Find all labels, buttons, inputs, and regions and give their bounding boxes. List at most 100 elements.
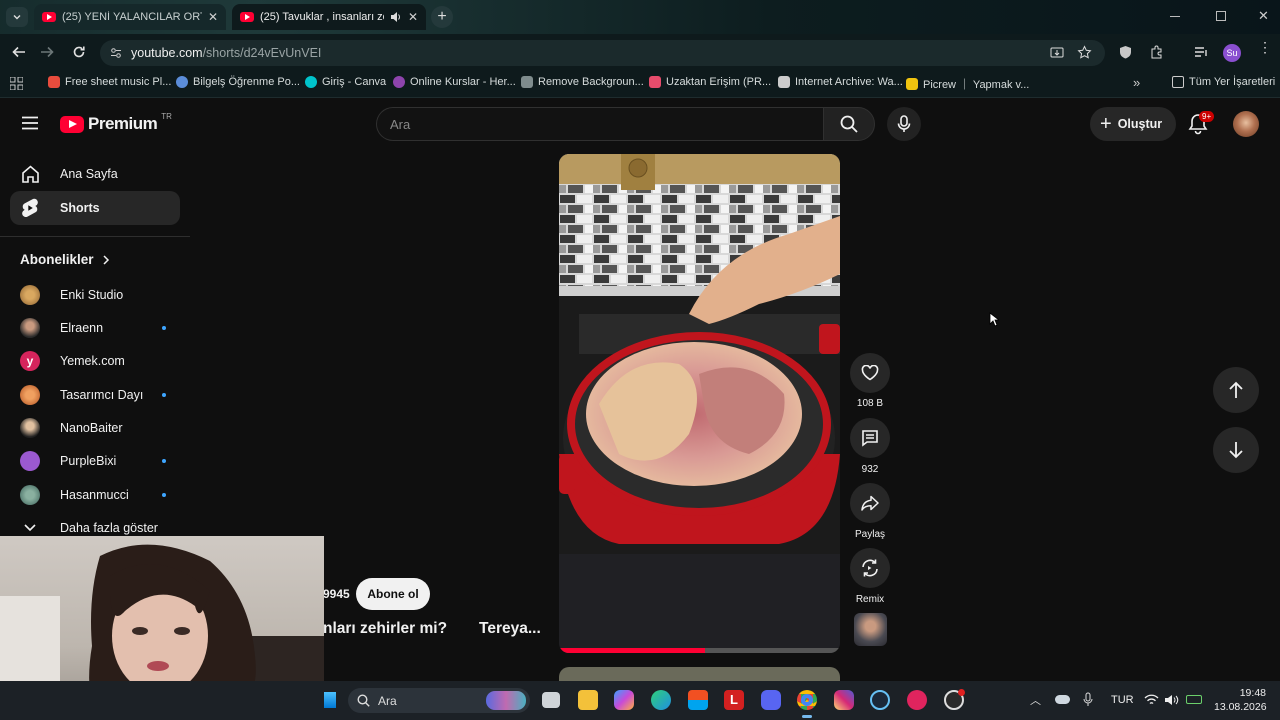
search-input[interactable]: Ara [376, 107, 823, 141]
tray-microphone-icon[interactable] [1083, 692, 1093, 707]
bookmark-item[interactable]: Uzaktan Erişim (PR... [649, 76, 771, 88]
music-player-icon[interactable] [907, 690, 927, 710]
create-button[interactable]: + Oluştur [1090, 107, 1176, 141]
search-highlight-icon [486, 691, 526, 710]
install-app-icon[interactable] [1050, 46, 1064, 60]
steam-icon[interactable] [870, 690, 890, 710]
more-bookmarks-icon[interactable]: » [1133, 75, 1140, 90]
start-button-icon[interactable] [324, 692, 336, 708]
subscription-item[interactable]: NanoBaiter [20, 417, 170, 439]
all-bookmarks-folder[interactable]: Tüm Yer İşaretleri [1172, 76, 1275, 88]
subscription-item[interactable]: Elraenn [20, 317, 170, 339]
next-short-preview[interactable] [559, 667, 840, 681]
like-button[interactable] [850, 353, 890, 393]
new-content-dot [162, 459, 166, 463]
volume-icon[interactable] [1164, 694, 1179, 706]
bookmark-item[interactable]: Giriş - Canva [305, 76, 386, 88]
search-placeholder: Ara [390, 117, 411, 132]
short-title[interactable]: nları zehirler mi? [323, 620, 447, 638]
browser-tab-active[interactable]: (25) Tavuklar , insanları zehirl ✕ [232, 4, 426, 30]
youtube-logo[interactable]: Premium TR [60, 112, 172, 134]
address-bar[interactable]: youtube.com/shorts/d24vEvUnVEI [100, 40, 1105, 66]
minimize-window-icon[interactable] [1170, 16, 1180, 17]
close-window-icon[interactable]: ✕ [1258, 8, 1269, 24]
input-language[interactable]: TUR [1111, 694, 1134, 706]
task-view-icon[interactable] [542, 692, 560, 708]
tab-list-chevron-icon[interactable] [6, 7, 28, 27]
sidebar-item-shorts[interactable]: Shorts [10, 191, 180, 225]
onedrive-icon[interactable] [1055, 695, 1070, 704]
channel-avatar [20, 285, 40, 305]
profile-avatar[interactable]: Su [1223, 44, 1241, 62]
speaker-icon[interactable] [390, 11, 402, 23]
clock[interactable]: 19:48 13.08.2026 [1214, 686, 1267, 714]
taskbar-search-label: Ara [378, 694, 397, 708]
microsoft-store-icon[interactable] [688, 690, 708, 710]
instagram-icon[interactable] [834, 690, 854, 710]
mouse-cursor-icon [989, 312, 999, 327]
extension-shield-icon[interactable] [1119, 45, 1132, 59]
voice-search-button[interactable] [887, 107, 921, 141]
subscribe-button[interactable]: Abone ol [356, 578, 430, 610]
file-explorer-icon[interactable] [578, 690, 598, 710]
edge-browser-icon[interactable] [651, 690, 671, 710]
reload-icon[interactable] [72, 45, 86, 59]
back-arrow-icon[interactable] [12, 45, 26, 59]
subscription-item[interactable]: y Yemek.com [20, 350, 170, 372]
l-app-icon[interactable]: L [724, 690, 744, 710]
subscription-item[interactable]: Tasarımcı Dayı [20, 384, 170, 406]
audio-source-thumbnail[interactable] [854, 613, 887, 646]
bookmark-item[interactable]: Bilgelş Öğrenme Po... [176, 76, 300, 88]
channel-subscriber-count: 9945 [323, 587, 350, 601]
taskbar-search[interactable]: Ara [348, 688, 530, 713]
browser-menu-icon[interactable]: ⋮ [1258, 40, 1272, 54]
share-button[interactable] [850, 483, 890, 523]
forward-arrow-icon[interactable] [40, 45, 54, 59]
apps-grid-icon[interactable] [10, 77, 23, 90]
subscription-item[interactable]: Enki Studio [20, 284, 170, 306]
previous-short-button[interactable] [1213, 367, 1259, 413]
new-content-dot [162, 493, 166, 497]
recording-dot [958, 689, 965, 696]
bookmark-item[interactable]: Internet Archive: Wa... [778, 76, 903, 88]
notifications-button[interactable]: 9+ [1188, 111, 1215, 135]
next-short-title[interactable]: Tereya... [479, 620, 541, 638]
site-info-icon[interactable] [110, 47, 122, 59]
hamburger-menu-icon[interactable] [21, 116, 39, 130]
close-tab-icon[interactable]: ✕ [208, 10, 218, 24]
wifi-icon[interactable] [1144, 694, 1159, 706]
account-avatar[interactable] [1233, 111, 1259, 137]
short-video-player[interactable] [559, 154, 840, 653]
bookmark-label: Internet Archive: Wa... [795, 76, 903, 88]
comments-button[interactable] [850, 418, 890, 458]
bookmark-item[interactable]: Picrew ｜ Yapmak v... [906, 76, 1029, 92]
browser-tab[interactable]: (25) YENİ YALANCILAR ORTALIĞI ✕ [34, 4, 226, 30]
maximize-window-icon[interactable] [1216, 11, 1226, 21]
subscription-item[interactable]: Hasanmucci [20, 484, 170, 506]
discord-icon[interactable] [761, 690, 781, 710]
sidebar-item-home[interactable]: Ana Sayfa [10, 157, 180, 191]
subscription-item[interactable]: PurpleBixi [20, 450, 170, 472]
channel-name: NanoBaiter [60, 421, 123, 435]
chrome-icon[interactable] [797, 690, 817, 710]
bookmark-favicon-icon [778, 76, 790, 88]
sidebar-item-label: Shorts [60, 201, 100, 215]
subscriptions-heading[interactable]: Abonelikler [20, 252, 110, 267]
copilot-icon[interactable] [614, 690, 634, 710]
bookmark-item[interactable]: Remove Backgroun... [521, 76, 644, 88]
show-more-label: Daha fazla göster [60, 521, 158, 535]
close-tab-icon[interactable]: ✕ [408, 10, 418, 24]
bookmark-item[interactable]: Online Kurslar - Her... [393, 76, 516, 88]
extensions-puzzle-icon[interactable] [1150, 45, 1164, 59]
search-button[interactable] [823, 107, 875, 141]
next-short-button[interactable] [1213, 427, 1259, 473]
new-tab-button[interactable]: + [431, 6, 453, 28]
remix-button[interactable] [850, 548, 890, 588]
reading-list-icon[interactable] [1194, 46, 1208, 58]
plus-icon: + [1100, 113, 1112, 135]
bookmark-star-icon[interactable] [1077, 45, 1092, 60]
arrow-down-icon [1229, 442, 1243, 459]
bookmark-item[interactable]: Free sheet music Pl... [48, 76, 171, 88]
tray-chevron-icon[interactable]: ︿ [1030, 692, 1041, 708]
battery-icon[interactable] [1186, 695, 1202, 704]
